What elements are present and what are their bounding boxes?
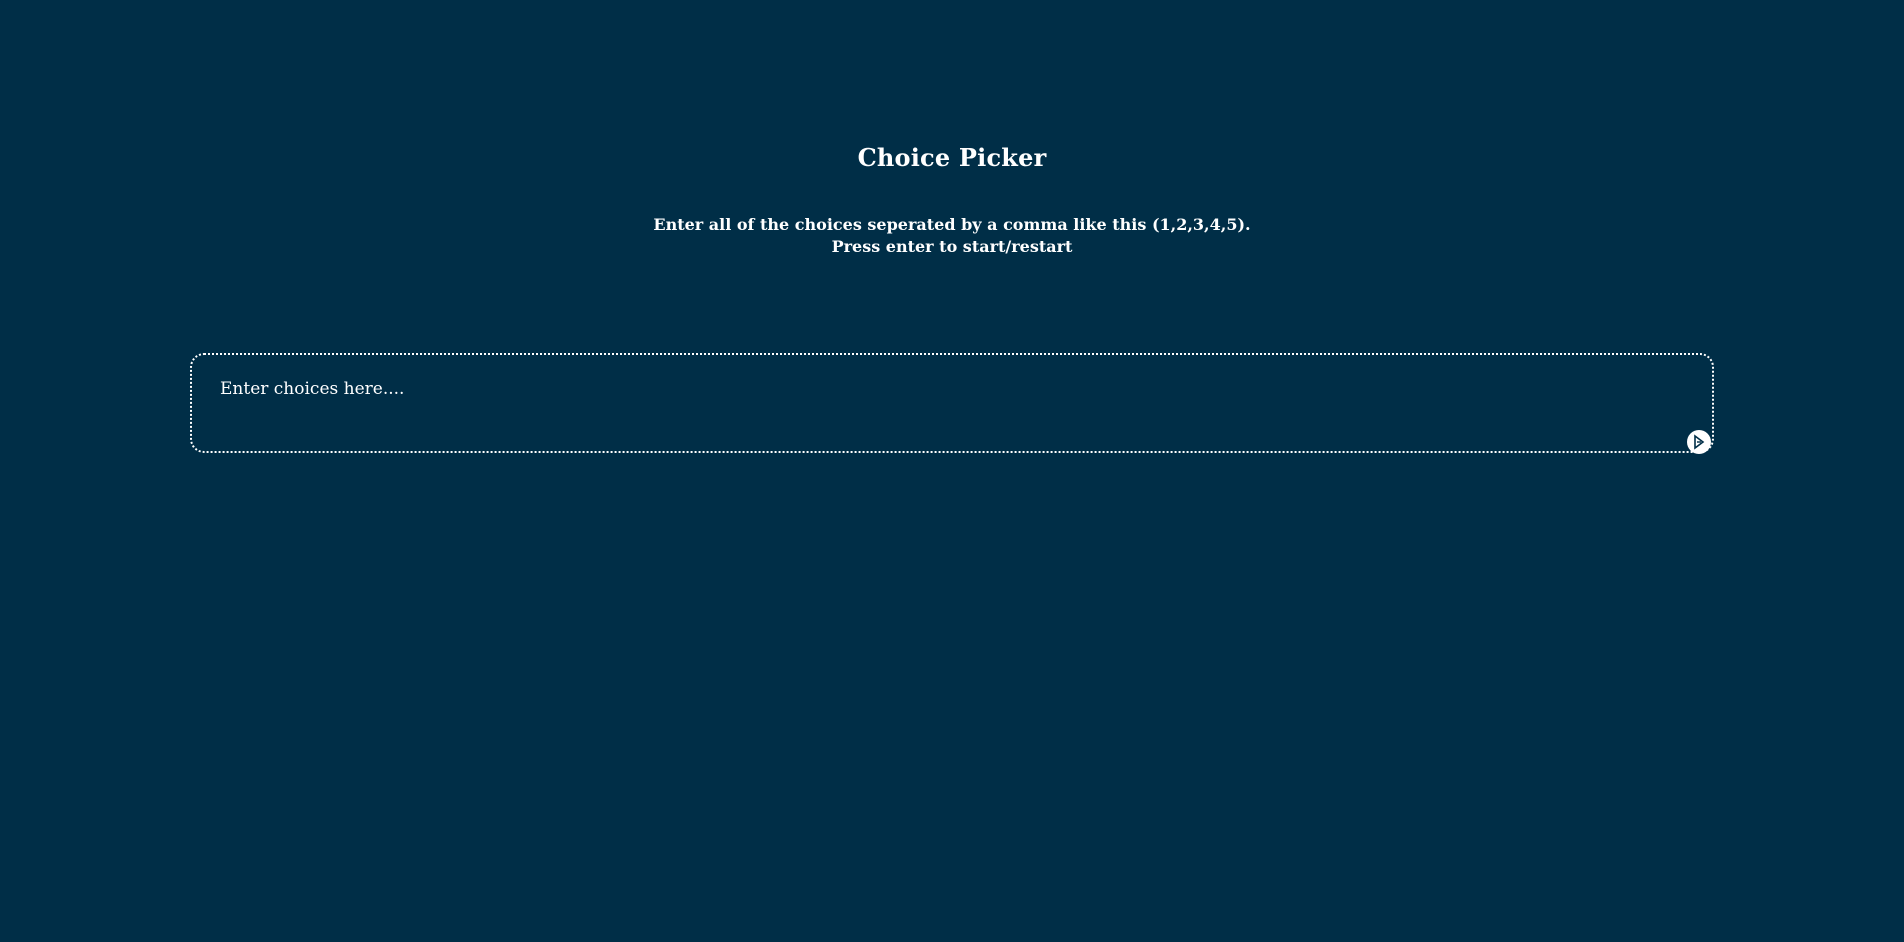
choices-input-container [190, 353, 1714, 454]
resize-grip-glyph [1694, 434, 1705, 450]
resize-grip-icon[interactable] [1687, 430, 1711, 454]
choices-input[interactable] [190, 353, 1714, 453]
instructions-line-2: Press enter to start/restart [831, 237, 1073, 256]
instructions: Enter all of the choices seperated by a … [0, 214, 1904, 258]
instructions-line-1: Enter all of the choices seperated by a … [653, 215, 1251, 234]
page-title: Choice Picker [857, 143, 1047, 172]
choice-picker-page: Choice Picker Enter all of the choices s… [0, 0, 1904, 942]
